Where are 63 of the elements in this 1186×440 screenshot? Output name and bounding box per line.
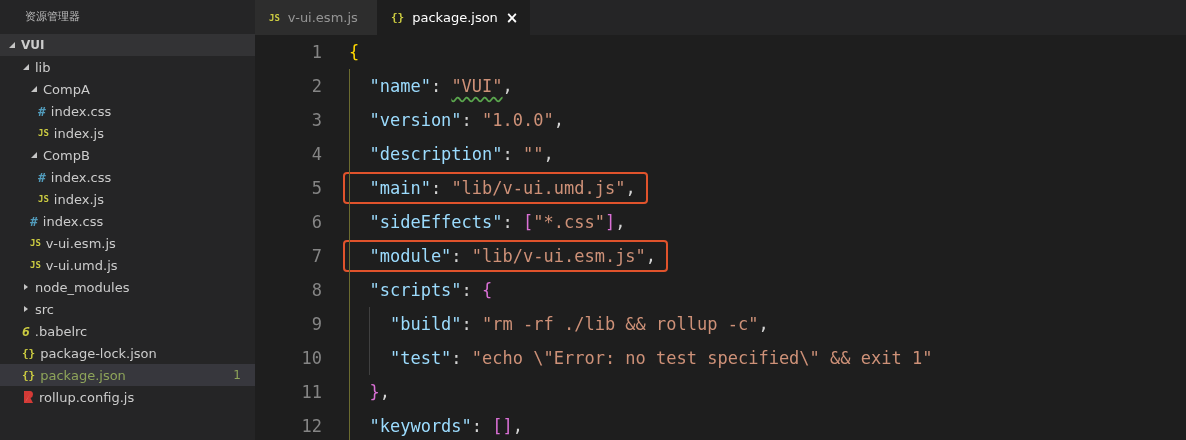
code-line: "sideEffects": ["*.css"], xyxy=(368,211,627,234)
caret-icon xyxy=(30,85,38,93)
line-number: 3 xyxy=(310,110,322,130)
code-line: "description": "", xyxy=(368,143,555,166)
caret-icon xyxy=(30,151,38,159)
hash-icon: # xyxy=(30,213,38,229)
tree-item[interactable]: JS v-ui.umd.js xyxy=(0,254,255,276)
caret-icon xyxy=(22,283,30,291)
tree-item[interactable]: CompB xyxy=(0,144,255,166)
tree-item[interactable]: CompA xyxy=(0,78,255,100)
line-number: 11 xyxy=(300,382,322,402)
braces-icon: {} xyxy=(22,346,36,360)
tree-item[interactable]: node_modules xyxy=(0,276,255,298)
hash-icon: # xyxy=(38,103,46,119)
tree-item[interactable]: rollup.config.js xyxy=(0,386,255,408)
tree-item[interactable]: # index.css xyxy=(0,166,255,188)
tree-item[interactable]: # index.css xyxy=(0,210,255,232)
line-number: 9 xyxy=(310,314,322,334)
line-number: 1 xyxy=(310,42,322,62)
hash-icon: # xyxy=(38,169,46,185)
tree-item[interactable]: JS index.js xyxy=(0,188,255,210)
code-line: "build": "rm -rf ./lib && rollup -c", xyxy=(388,313,770,336)
code-line: "test": "echo \"Error: no test specified\" && exit 1" xyxy=(388,347,934,370)
editor-tab[interactable]: {} package.json × xyxy=(377,0,531,35)
tree-item[interactable]: {} package.json 1 xyxy=(0,364,255,386)
line-number: 8 xyxy=(310,280,322,300)
js-icon: JS xyxy=(30,238,41,248)
js-icon: JS xyxy=(38,128,49,138)
tree-item[interactable]: JS index.js xyxy=(0,122,255,144)
code-line: "version": "1.0.0", xyxy=(368,109,565,132)
line-number: 10 xyxy=(300,348,322,368)
caret-icon xyxy=(22,63,30,71)
line-number: 2 xyxy=(310,76,322,96)
js-icon: JS xyxy=(30,260,41,270)
code-line: { xyxy=(348,41,361,64)
tree-item[interactable]: src xyxy=(0,298,255,320)
tree-item[interactable]: JS v-ui.esm.js xyxy=(0,232,255,254)
braces-icon: {} xyxy=(22,368,36,382)
braces-icon: {} xyxy=(391,11,405,24)
line-number: 6 xyxy=(310,212,322,232)
tree-item[interactable]: {} package-lock.json xyxy=(0,342,255,364)
tree-item[interactable]: 6 .babelrc xyxy=(0,320,255,342)
line-number: 4 xyxy=(310,144,322,164)
caret-icon xyxy=(22,305,30,313)
tree-item[interactable]: lib xyxy=(0,56,255,78)
editor-tab[interactable]: JS v-ui.esm.js xyxy=(255,0,377,35)
tree-item[interactable]: # index.css xyxy=(0,100,255,122)
rollup-icon xyxy=(22,390,34,404)
six-icon: 6 xyxy=(22,323,30,339)
js-icon: JS xyxy=(38,194,49,204)
line-number: 12 xyxy=(300,416,322,436)
close-icon[interactable]: × xyxy=(505,8,519,27)
code-line: "name": "VUI", xyxy=(368,75,514,98)
code-line: }, xyxy=(368,381,391,404)
problem-count: 1 xyxy=(233,368,241,382)
code-line: "scripts": { xyxy=(368,279,494,302)
line-number: 7 xyxy=(310,246,322,266)
code-line: "keywords": [], xyxy=(368,415,525,438)
panel-title: 资源管理器 xyxy=(24,9,81,25)
js-icon: JS xyxy=(269,12,280,23)
line-number: 5 xyxy=(310,178,322,198)
caret-icon xyxy=(8,41,16,49)
tree-item[interactable]: VUI xyxy=(0,34,255,56)
